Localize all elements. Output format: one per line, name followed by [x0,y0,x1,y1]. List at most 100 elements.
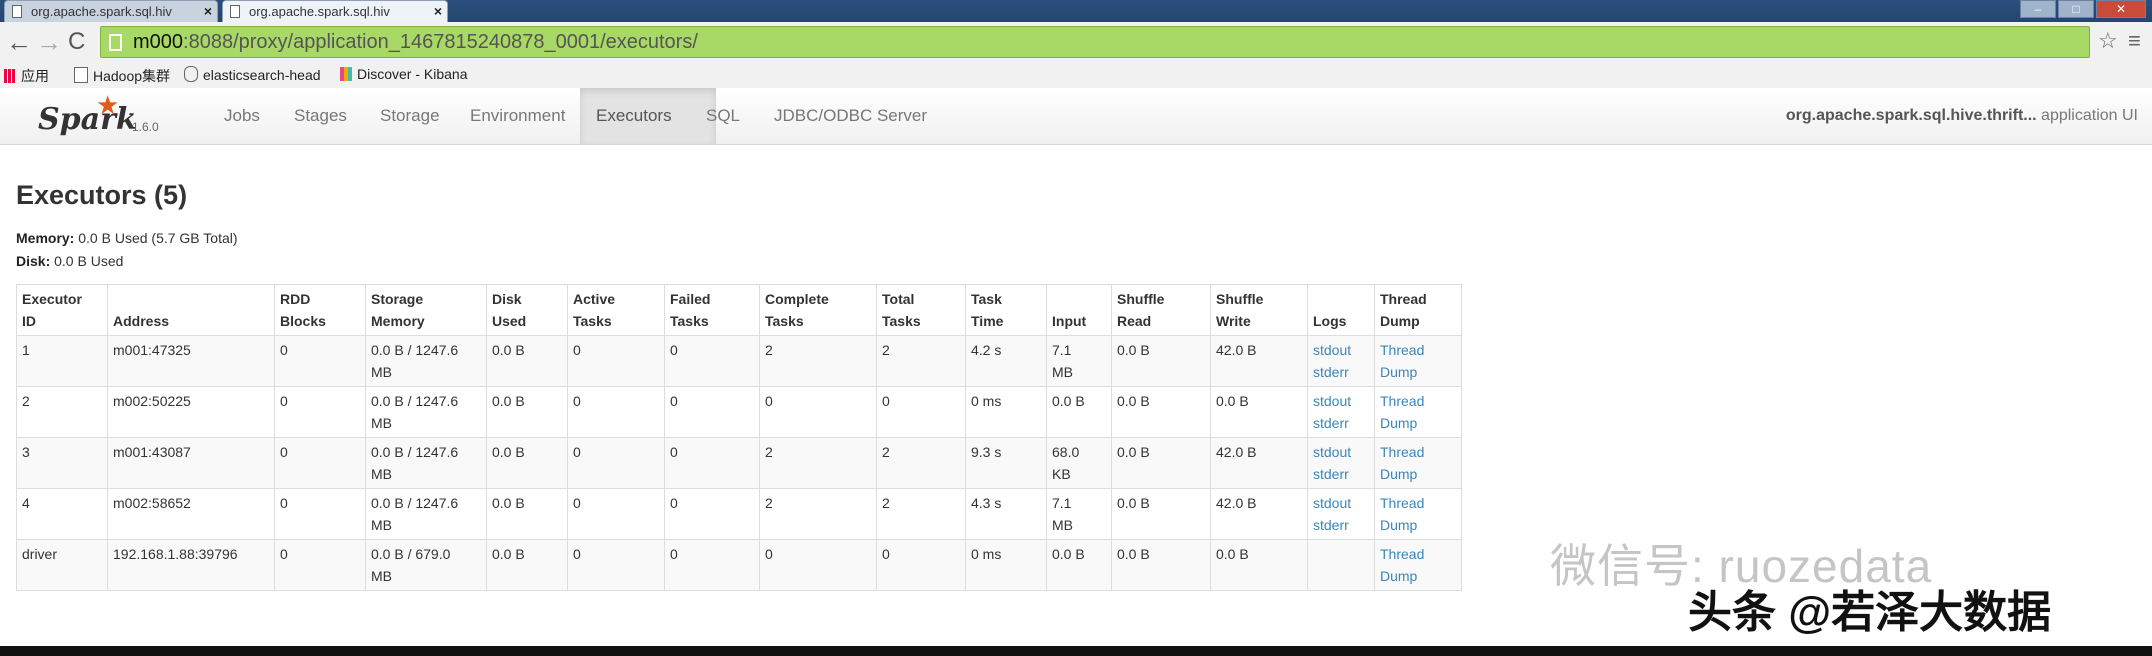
cell-disk-used: 0.0 B [486,386,568,438]
column-header[interactable]: Shuffle Write [1210,284,1308,336]
column-header[interactable]: Failed Tasks [664,284,760,336]
column-header[interactable]: Total Tasks [876,284,966,336]
column-header[interactable]: Executor ID [16,284,108,336]
maximize-button[interactable]: □ [2058,0,2094,18]
thread-dump-link[interactable]: Dump [1380,565,1456,587]
cell-address: m001:47325 [107,335,275,387]
star-icon[interactable]: ☆ [2098,28,2118,54]
cell-address: m002:58652 [107,488,275,540]
thread-dump-link[interactable]: Thread [1380,441,1456,463]
table-row: 1 m001:47325 0 0.0 B / 1247.6 MB 0.0 B 0 0 2 2 4.2… [16,335,1462,387]
cell-input: 0.0 B [1046,539,1112,591]
bookmark-apps[interactable]: 应用 [4,66,49,86]
column-header[interactable]: Address [107,284,275,336]
thread-dump-link[interactable]: Thread [1380,339,1456,361]
reload-icon[interactable]: C [68,28,85,56]
cell-shuffle-read: 0.0 B [1111,488,1211,540]
column-header-line: Used [492,313,527,329]
column-header-line: Dump [1380,313,1420,329]
cell-shuffle-read: 0.0 B [1111,437,1211,489]
column-header[interactable]: Storage Memory [365,284,487,336]
window-close-button[interactable]: ✕ [2096,0,2146,18]
column-header[interactable]: Complete Tasks [759,284,877,336]
column-header-line: Complete [765,291,829,307]
bookmark-elasticsearch[interactable]: elasticsearch-head [184,66,321,83]
close-icon[interactable]: × [204,3,212,19]
cell-thread-dump: Thread Dump [1374,335,1462,387]
memory-value: 0.0 B Used (5.7 GB Total) [74,230,238,246]
cell-shuffle-write: 42.0 B [1210,335,1308,387]
thread-dump-link[interactable]: Thread [1380,543,1456,565]
cell-line: MB [1052,364,1073,380]
thread-dump-link[interactable]: Dump [1380,514,1456,536]
cell-line: MB [1052,517,1073,533]
application-name: org.apache.spark.sql.hive.thrift... appl… [1786,88,2138,144]
forward-arrow-icon[interactable]: → [36,28,62,56]
browser-tab-1[interactable]: org.apache.spark.sql.hiv × [4,0,218,22]
cell-storage-memory: 0.0 B / 1247.6 MB [365,335,487,387]
column-header-line: Write [1216,313,1251,329]
cell-complete: 2 [759,335,877,387]
page-icon [109,34,122,51]
table-row: 2 m002:50225 0 0.0 B / 1247.6 MB 0.0 B00000 m… [16,386,1462,438]
thread-dump-link[interactable]: Thread [1380,390,1456,412]
page-icon [74,67,88,83]
tab-title: org.apache.spark.sql.hiv [249,4,390,19]
column-header[interactable]: Input [1046,284,1112,336]
cell-task-time: 9.3 s [965,437,1047,489]
bookmark-label: elasticsearch-head [203,67,321,83]
column-header-line: RDD [280,291,311,307]
cell-input: 68.0 KB [1046,437,1112,489]
thread-dump-link[interactable]: Thread [1380,492,1456,514]
log-link-stdout[interactable]: stdout [1313,441,1369,463]
log-link-stdout[interactable]: stdout [1313,390,1369,412]
log-link-stderr[interactable]: stderr [1313,463,1369,485]
thread-dump-link[interactable]: Dump [1380,412,1456,434]
cell-total: 0 [876,539,966,591]
log-link-stdout[interactable]: stdout [1313,339,1369,361]
column-header[interactable]: Disk Used [486,284,568,336]
tab-jdbc-odbc-server[interactable]: JDBC/ODBC Server [758,88,943,144]
cell-failed: 0 [664,539,760,591]
tab-jobs[interactable]: Jobs [208,88,276,144]
table-body: 1 m001:47325 0 0.0 B / 1247.6 MB 0.0 B 0 0 2 2 4.2… [16,335,1462,591]
column-header[interactable]: Logs [1307,284,1375,336]
cell-task-time: 0 ms [965,386,1047,438]
column-header[interactable]: Shuffle Read [1111,284,1211,336]
table-row: 4 m002:58652 0 0.0 B / 1247.6 MB 0.0 B 0 0 2 2 4.3… [16,488,1462,540]
thread-dump-link[interactable]: Dump [1380,361,1456,383]
tab-environment[interactable]: Environment [454,88,581,144]
tab-sql[interactable]: SQL [690,88,756,144]
column-header[interactable]: Task Time [965,284,1047,336]
column-header[interactable]: Active Tasks [567,284,665,336]
tab-storage[interactable]: Storage [364,88,456,144]
column-header[interactable]: Thread Dump [1374,284,1462,336]
cell-logs: stdout stderr [1307,437,1375,489]
cell-shuffle-write: 42.0 B [1210,437,1308,489]
log-link-stdout[interactable]: stdout [1313,492,1369,514]
log-link-stderr[interactable]: stderr [1313,412,1369,434]
menu-icon[interactable]: ≡ [2128,28,2141,54]
cell-storage-memory: 0.0 B / 679.0 MB [365,539,487,591]
column-header-line: Thread [1380,291,1427,307]
cell-thread-dump: Thread Dump [1374,386,1462,438]
browser-tab-2[interactable]: org.apache.spark.sql.hiv × [222,0,448,22]
spark-logo[interactable]: Spark [38,102,137,137]
log-link-stderr[interactable]: stderr [1313,361,1369,383]
tab-stages[interactable]: Stages [278,88,363,144]
cell-line: 0.0 B / 1247.6 [371,495,459,511]
close-icon[interactable]: × [434,3,442,19]
bookmark-kibana[interactable]: Discover - Kibana [340,66,468,82]
minimize-button[interactable]: – [2020,0,2056,18]
cell-active: 0 [567,437,665,489]
column-header[interactable]: RDD Blocks [274,284,366,336]
thread-dump-link[interactable]: Dump [1380,463,1456,485]
cell-disk-used: 0.0 B [486,437,568,489]
column-header-line: Tasks [573,313,612,329]
address-bar[interactable]: m000:8088/proxy/application_146781524087… [100,26,2090,58]
log-link-stderr[interactable]: stderr [1313,514,1369,536]
cell-thread-dump: Thread Dump [1374,539,1462,591]
back-arrow-icon[interactable]: ← [6,28,32,56]
column-header-line: Time [971,313,1004,329]
bookmark-hadoop[interactable]: Hadoop集群 [74,66,170,86]
